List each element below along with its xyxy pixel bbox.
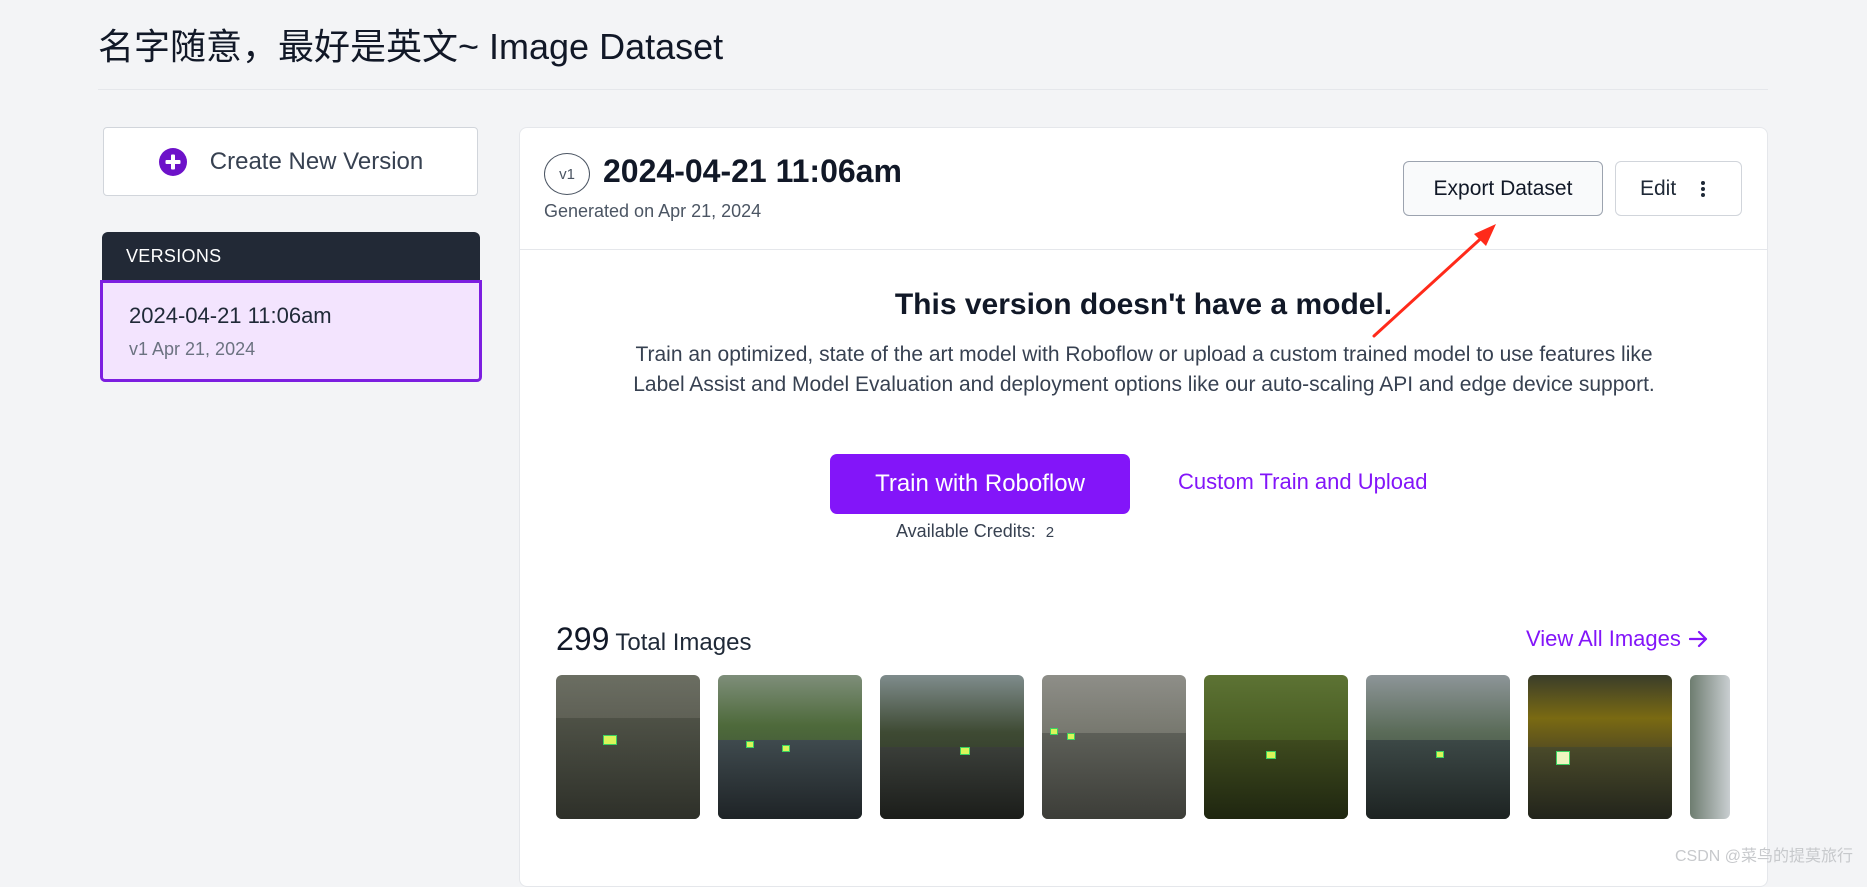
view-all-label: View All Images bbox=[1526, 626, 1681, 651]
annotation-arrow bbox=[1372, 224, 1496, 338]
view-all-images-link[interactable]: View All Images bbox=[1526, 626, 1709, 652]
title-divider bbox=[98, 89, 1768, 90]
image-thumbnail[interactable] bbox=[1366, 675, 1510, 819]
csdn-watermark: CSDN @菜鸟的提莫旅行 bbox=[1674, 848, 1853, 865]
version-item-subtitle: v1 Apr 21, 2024 bbox=[129, 339, 256, 359]
version-title: 2024-04-21 11:06am bbox=[603, 153, 902, 189]
image-thumbnail-partial[interactable] bbox=[1690, 675, 1730, 819]
no-model-heading: This version doesn't have a model. bbox=[894, 288, 1393, 321]
export-dataset-button[interactable]: Export Dataset bbox=[1403, 161, 1603, 216]
arrow-right-icon bbox=[1688, 630, 1708, 648]
version-card-header: v1 2024-04-21 11:06am Generated on Apr 2… bbox=[520, 128, 1767, 250]
image-thumbnail-strip bbox=[556, 675, 1746, 820]
image-thumbnail[interactable] bbox=[1528, 675, 1672, 819]
image-thumbnail[interactable] bbox=[1042, 675, 1186, 819]
edit-label: Edit bbox=[1640, 176, 1677, 200]
create-new-version-button[interactable]: Create New Version bbox=[103, 127, 478, 196]
image-thumbnail[interactable] bbox=[556, 675, 700, 819]
edit-button[interactable]: Edit bbox=[1615, 161, 1742, 216]
total-images-label: Total Images bbox=[615, 629, 752, 656]
credits-value: 2 bbox=[1045, 524, 1055, 541]
version-detail-card: v1 2024-04-21 11:06am Generated on Apr 2… bbox=[519, 127, 1768, 887]
train-with-roboflow-button[interactable]: Train with Roboflow bbox=[830, 454, 1130, 514]
credits-label: Available Credits: bbox=[896, 521, 1036, 541]
custom-train-upload-link[interactable]: Custom Train and Upload bbox=[1178, 469, 1427, 495]
total-images-count: 299 bbox=[556, 621, 610, 657]
create-new-version-label: Create New Version bbox=[209, 147, 424, 175]
plus-circle-icon bbox=[158, 147, 187, 176]
generated-date: Generated on Apr 21, 2024 bbox=[544, 201, 762, 221]
total-images-summary: 299 Total Images bbox=[556, 621, 751, 658]
version-item-title: 2024-04-21 11:06am bbox=[129, 303, 332, 328]
available-credits: Available Credits: 2 bbox=[896, 521, 1054, 542]
image-thumbnail[interactable] bbox=[718, 675, 862, 819]
kebab-menu-icon bbox=[1701, 180, 1706, 197]
image-thumbnail[interactable] bbox=[880, 675, 1024, 819]
version-badge: v1 bbox=[544, 153, 590, 195]
image-thumbnail[interactable] bbox=[1204, 675, 1348, 819]
versions-panel: VERSIONS 2024-04-21 11:06am v1 Apr 21, 2… bbox=[100, 232, 482, 382]
version-list-item[interactable]: 2024-04-21 11:06am v1 Apr 21, 2024 bbox=[100, 280, 482, 382]
no-model-description: Train an optimized, state of the art mod… bbox=[633, 343, 1655, 396]
page-title: 名字随意，最好是英文~ Image Dataset bbox=[98, 26, 724, 67]
versions-header: VERSIONS bbox=[102, 232, 480, 280]
